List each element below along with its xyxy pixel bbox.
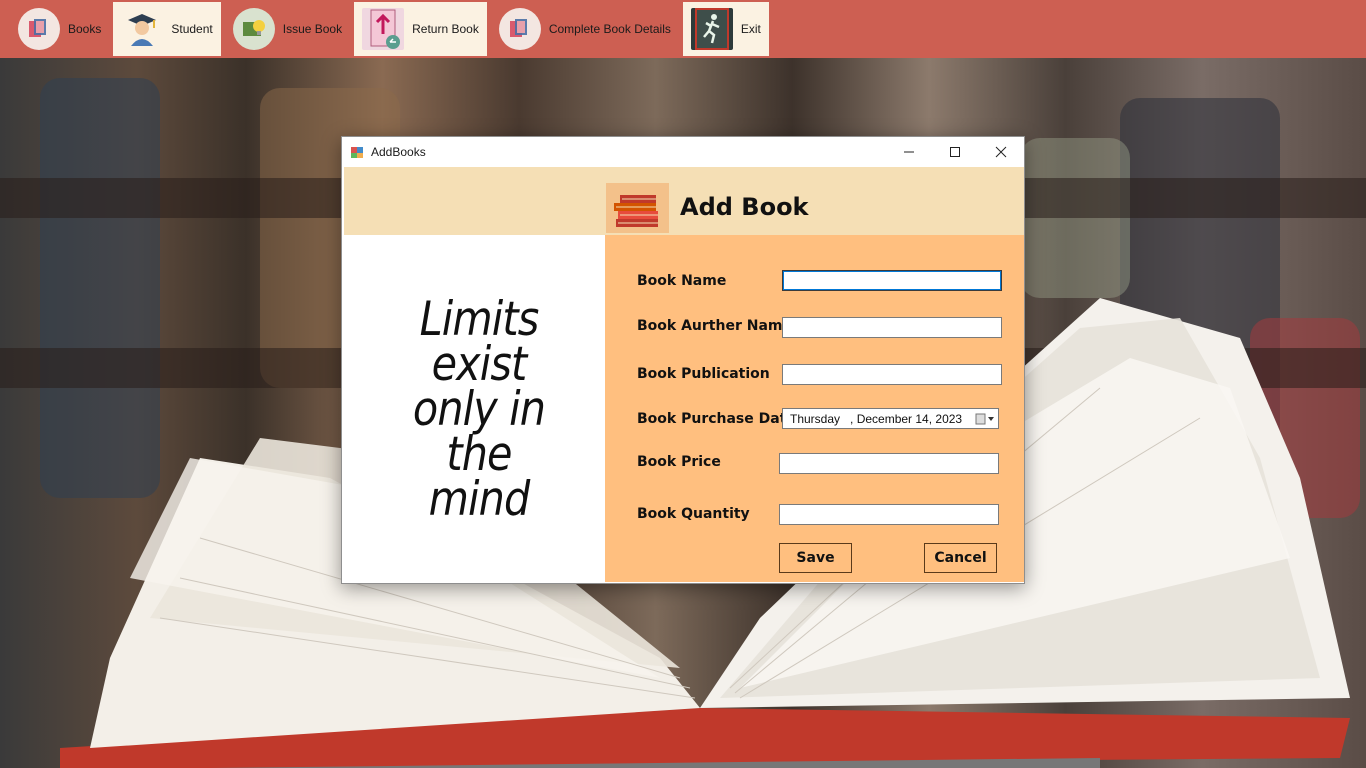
toolbar-exit[interactable]: Exit — [682, 2, 769, 56]
close-button[interactable] — [978, 137, 1024, 166]
toolbar-return-book[interactable]: Return Book — [354, 2, 487, 56]
close-icon — [995, 146, 1007, 157]
maximize-icon — [950, 146, 960, 157]
minimize-icon — [904, 151, 914, 152]
quantity-label: Book Quantity — [637, 506, 750, 522]
header-band: Add Book — [344, 167, 1024, 235]
purchase-date-value: Thursday , December 14, 2023 — [790, 411, 963, 426]
minimize-button[interactable] — [886, 137, 932, 166]
toolbar-complete-book-details-label: Complete Book Details — [548, 22, 671, 36]
toolbar-complete-book-details[interactable]: Complete Book Details — [491, 2, 679, 56]
toolbar-books[interactable]: Books — [10, 2, 109, 56]
quantity-input[interactable] — [779, 504, 999, 525]
toolbar-issue-book[interactable]: Issue Book — [225, 2, 350, 56]
toolbar-issue-book-label: Issue Book — [282, 22, 343, 36]
maximize-button[interactable] — [932, 137, 978, 166]
cancel-button[interactable]: Cancel — [924, 543, 997, 573]
price-label: Book Price — [637, 454, 721, 470]
quote-panel: Limits exist only in the mind — [344, 235, 605, 582]
toolbar-student[interactable]: Student — [113, 2, 221, 56]
price-input[interactable] — [779, 453, 999, 474]
quote-line: the mind — [428, 427, 531, 527]
book-name-label: Book Name — [637, 273, 727, 289]
page-title: Add Book — [680, 193, 809, 221]
calendar-dropdown-icon[interactable] — [975, 412, 995, 425]
quote-line: only in — [412, 382, 546, 437]
quote-line: exist — [431, 337, 528, 392]
window-titlebar[interactable]: AddBooks — [342, 137, 1024, 166]
publication-label: Book Publication — [637, 366, 770, 382]
window-title: AddBooks — [371, 144, 426, 159]
purchase-date-label: Book Purchase Date — [637, 411, 796, 427]
student-icon — [121, 8, 164, 50]
exit-icon — [690, 8, 733, 50]
author-name-label: Book Aurther Name — [637, 318, 792, 334]
author-name-input[interactable] — [782, 317, 1002, 338]
quote-text: Limits exist only in the mind — [404, 292, 554, 527]
save-button[interactable]: Save — [779, 543, 852, 573]
add-books-window: AddBooks Add Book Limits exist only in t… — [341, 136, 1025, 584]
app-icon — [351, 146, 363, 158]
books-icon — [18, 8, 60, 50]
main-toolbar: Books Student Issue Book Return Book Com… — [0, 0, 1366, 58]
publication-input[interactable] — [782, 364, 1002, 385]
toolbar-student-label: Student — [171, 22, 213, 36]
toolbar-exit-label: Exit — [740, 22, 761, 36]
return-book-icon — [362, 8, 405, 50]
toolbar-return-book-label: Return Book — [412, 22, 479, 36]
issue-book-icon — [232, 8, 275, 50]
add-book-form: Book Name Book Aurther Name Book Publica… — [605, 235, 1024, 582]
book-stack-icon — [606, 183, 669, 233]
book-details-icon — [498, 8, 541, 50]
purchase-date-picker[interactable]: Thursday , December 14, 2023 — [782, 408, 999, 429]
toolbar-books-label: Books — [68, 22, 102, 36]
quote-line: Limits — [419, 292, 540, 347]
book-name-input[interactable] — [782, 270, 1002, 291]
